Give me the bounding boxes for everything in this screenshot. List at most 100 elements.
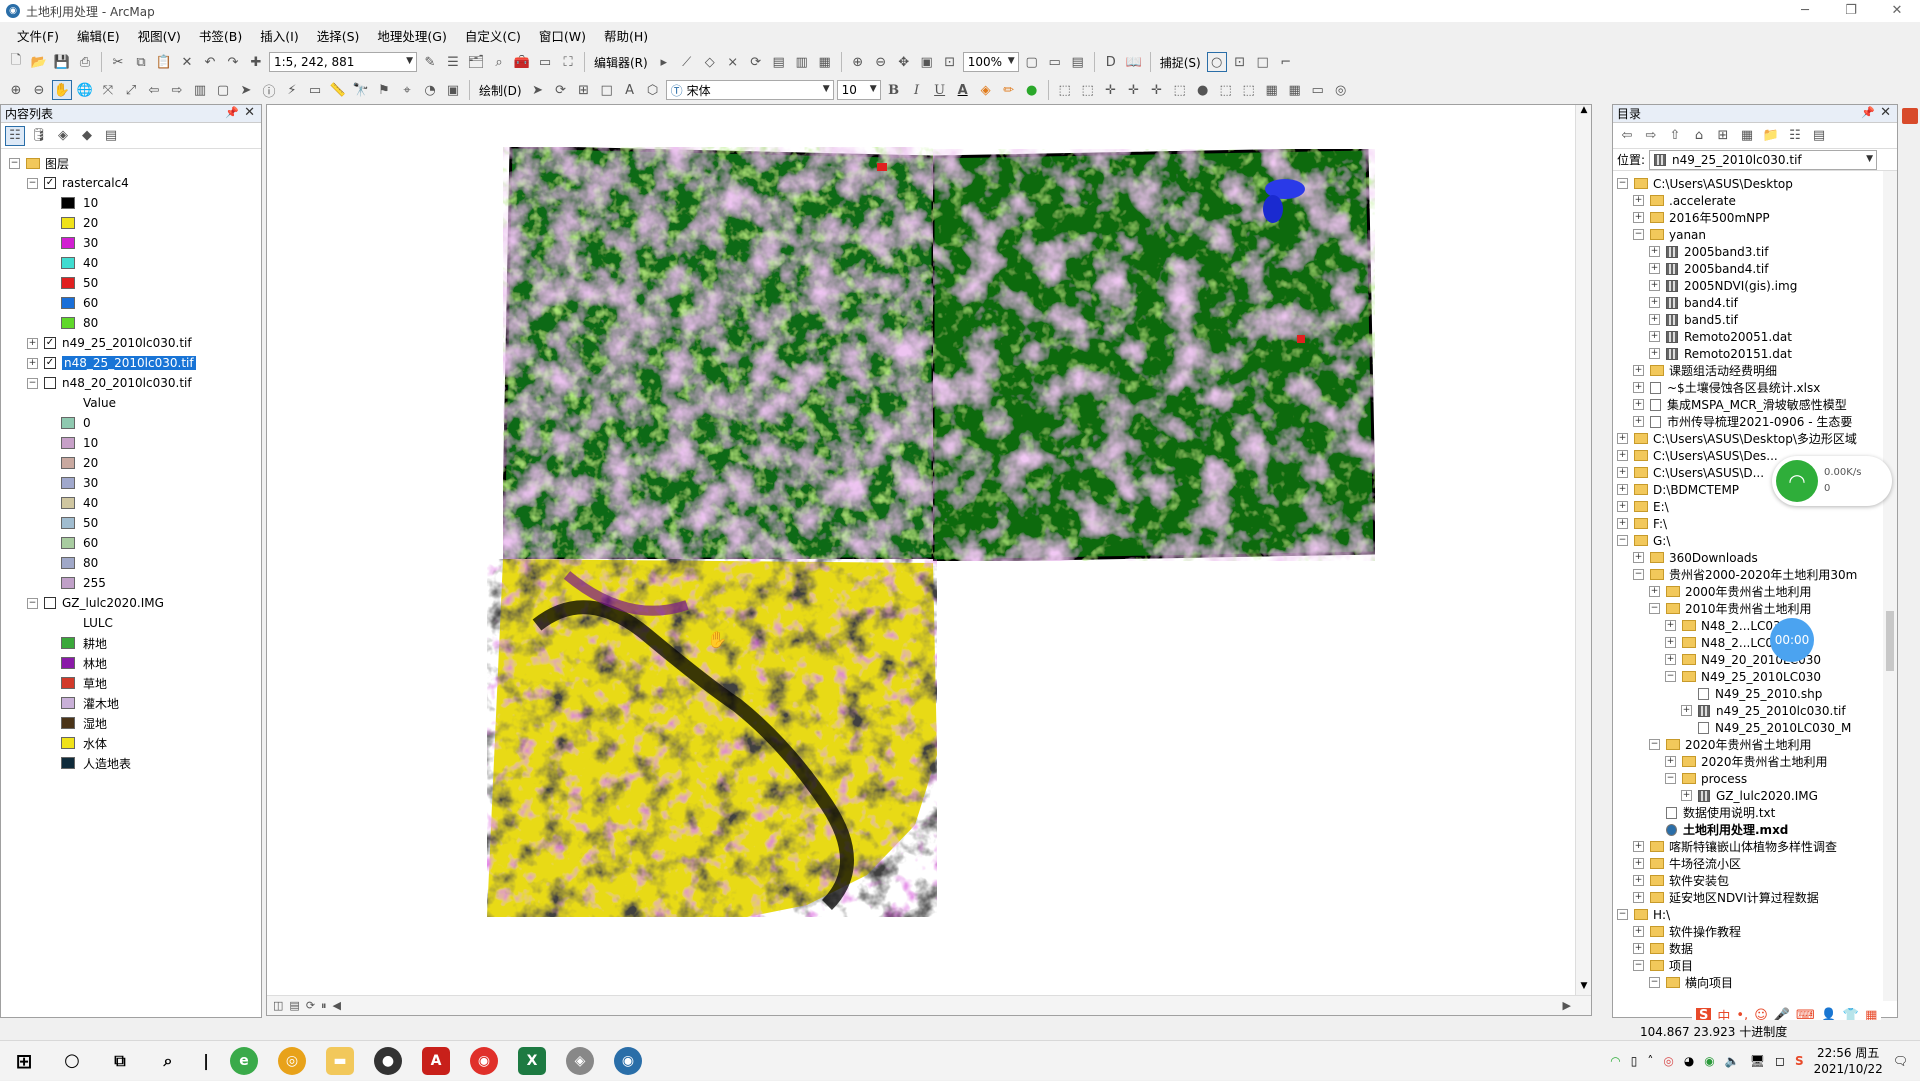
media-app-icon[interactable]: ● <box>374 1046 402 1075</box>
catalog-item[interactable]: + 集成MSPA_MCR_滑坡敏感性模型 <box>1613 396 1897 413</box>
python-window-icon[interactable]: ▭ <box>535 52 555 72</box>
select-elements-icon[interactable]: ➤ <box>236 80 256 100</box>
catalog-item[interactable]: + n49_25_2010lc030.tif <box>1613 702 1897 719</box>
catalog-item[interactable]: + 喀斯特镶嵌山体植物多样性调查 <box>1613 838 1897 855</box>
catalog-item[interactable]: − process <box>1613 770 1897 787</box>
catalog-item[interactable]: + N48_2...LC030 <box>1613 617 1897 634</box>
toc-layer-item[interactable]: − ✓ rastercalc4 <box>1 173 261 193</box>
layer-visibility-checkbox[interactable] <box>44 597 56 609</box>
catalog-item[interactable]: 数据使用说明.txt <box>1613 804 1897 821</box>
catalog-item[interactable]: − yanan <box>1613 226 1897 243</box>
toggle-draft-icon[interactable]: ▢ <box>1022 52 1042 72</box>
catalog-item[interactable]: +2005band4.tif <box>1613 260 1897 277</box>
copy-icon[interactable]: ⧉ <box>131 52 151 72</box>
scroll-up-arrow[interactable]: ▲ <box>1576 105 1591 121</box>
pdf-reader-icon[interactable]: A <box>422 1046 450 1075</box>
sogou-tray-icon[interactable]: S <box>1795 1054 1804 1068</box>
catalog-item[interactable]: + 课题组活动经费明细 <box>1613 362 1897 379</box>
toc-layer-item[interactable]: − n48_20_2010lc030.tif <box>1 373 261 393</box>
html-popup-icon[interactable]: ▭ <box>305 80 325 100</box>
catalog-item[interactable]: + F:\ <box>1613 515 1897 532</box>
georef-tool-10-icon[interactable]: ▦ <box>1262 80 1282 100</box>
catalog-item[interactable]: − C:\Users\ASUS\Desktop <box>1613 175 1897 192</box>
expand-icon[interactable]: + <box>1617 501 1628 512</box>
file-explorer-icon[interactable]: ▬ <box>326 1046 354 1075</box>
expand-icon[interactable]: + <box>1633 365 1644 376</box>
zoom-in-icon[interactable]: ⊕ <box>6 80 26 100</box>
collapse-icon[interactable]: − <box>1633 229 1644 240</box>
font-color-button[interactable]: A <box>953 80 973 100</box>
expand-icon[interactable]: + <box>1633 399 1644 410</box>
underline-button[interactable]: U <box>930 80 950 100</box>
split-tool-icon[interactable]: ⨯ <box>723 52 743 72</box>
menu-customize[interactable]: 自定义(C) <box>456 24 530 47</box>
expand-icon[interactable]: + <box>1649 586 1660 597</box>
catalog-item[interactable]: + 软件安装包 <box>1613 872 1897 889</box>
toc-options-icon[interactable]: ▤ <box>101 126 121 146</box>
collapse-icon[interactable]: − <box>27 177 38 189</box>
georef-tool-1-icon[interactable]: ⬚ <box>1055 80 1075 100</box>
view-options-icon[interactable]: ▦ <box>1737 126 1757 146</box>
catalog-item[interactable]: N49_25_2010LC030_M <box>1613 719 1897 736</box>
create-features-icon[interactable]: ▦ <box>815 52 835 72</box>
show-hidden-icons[interactable]: ˄ <box>1647 1054 1653 1068</box>
catalog-scrollbar[interactable] <box>1883 171 1897 1001</box>
georef-tool-5-icon[interactable]: ✛ <box>1147 80 1167 100</box>
modelbuilder-icon[interactable]: ⛶ <box>558 52 578 72</box>
layer-visibility-checkbox[interactable] <box>44 377 56 389</box>
drawing-menu[interactable]: 绘制(D) <box>476 82 525 99</box>
menu-geoprocessing[interactable]: 地理处理(G) <box>368 24 455 47</box>
catalog-item[interactable]: + Remoto20151.dat <box>1613 345 1897 362</box>
marker-color-icon[interactable]: ● <box>1022 80 1042 100</box>
expand-icon[interactable]: + <box>1633 552 1644 563</box>
catalog-item[interactable]: + ~$土壤侵蚀各区县统计.xlsx <box>1613 379 1897 396</box>
collapse-icon[interactable]: − <box>1633 960 1644 971</box>
rectangle-tool-icon[interactable]: □ <box>597 80 617 100</box>
collapse-icon[interactable]: − <box>1649 603 1660 614</box>
book-icon[interactable]: 📖 <box>1124 52 1144 72</box>
scale-combo[interactable]: 1:5, 242, 881 ▼ <box>269 52 417 72</box>
select-elements-arrow-icon[interactable]: ➤ <box>528 80 548 100</box>
expand-icon[interactable]: + <box>1633 416 1644 427</box>
go-to-xy-icon[interactable]: ⌖ <box>397 80 417 100</box>
tray-misc-icon[interactable]: ◻ <box>1775 1054 1785 1068</box>
pin-icon[interactable]: 📌 <box>225 106 239 119</box>
delete-icon[interactable]: ✕ <box>177 52 197 72</box>
close-window-button[interactable]: ✕ <box>1874 0 1920 22</box>
chrome-icon[interactable]: ◎ <box>278 1046 306 1075</box>
minimize-button[interactable]: ─ <box>1782 0 1828 22</box>
expand-icon[interactable]: + <box>1633 892 1644 903</box>
edit-vertices-icon[interactable]: ⬡ <box>643 80 663 100</box>
font-size-combo[interactable]: 10 ▼ <box>836 80 881 100</box>
bold-button[interactable]: B <box>884 80 904 100</box>
catalog-options-icon[interactable]: ▤ <box>1809 126 1829 146</box>
scroll-right-arrow[interactable]: ▶ <box>1563 999 1571 1012</box>
paste-icon[interactable]: 📋 <box>154 52 174 72</box>
expand-icon[interactable]: + <box>1633 212 1644 223</box>
pin-icon[interactable]: 📌 <box>1861 106 1875 119</box>
catalog-item[interactable]: + 数据 <box>1613 940 1897 957</box>
network-icon[interactable]: 🖥 <box>1750 1054 1765 1068</box>
expand-icon[interactable]: + <box>1633 926 1644 937</box>
forward-icon[interactable]: ⇨ <box>1641 126 1661 146</box>
layout-view-button[interactable]: ▤ <box>289 999 299 1012</box>
maximize-button[interactable]: ❐ <box>1828 0 1874 22</box>
network-speed-widget[interactable]: ◠ 0.00K/s 0 <box>1772 456 1892 506</box>
catalog-item[interactable]: − 项目 <box>1613 957 1897 974</box>
editor-menu[interactable]: 编辑器(R) <box>591 54 651 71</box>
expand-icon[interactable]: + <box>1617 450 1628 461</box>
expand-icon[interactable]: + <box>1649 331 1660 342</box>
menu-view[interactable]: 视图(V) <box>129 24 190 47</box>
arccatalog-icon[interactable]: ◈ <box>566 1046 594 1075</box>
battery-icon[interactable]: ▯ <box>1631 1054 1638 1068</box>
collapse-icon[interactable]: − <box>1649 977 1660 988</box>
catalog-item[interactable]: N49_25_2010.shp <box>1613 685 1897 702</box>
sketch-tool-icon[interactable]: ⟋ <box>677 52 697 72</box>
georef-tool-12-icon[interactable]: ▭ <box>1308 80 1328 100</box>
add-data-icon[interactable]: ✚ <box>246 52 266 72</box>
windows-start-icon[interactable]: ⊞ <box>10 1047 38 1075</box>
layout-zoom-out-icon[interactable]: ⊖ <box>871 52 891 72</box>
menu-edit[interactable]: 编辑(E) <box>68 24 129 47</box>
edit-tool-icon[interactable]: ▸ <box>654 52 674 72</box>
search-window-icon[interactable]: ⌕ <box>489 52 509 72</box>
